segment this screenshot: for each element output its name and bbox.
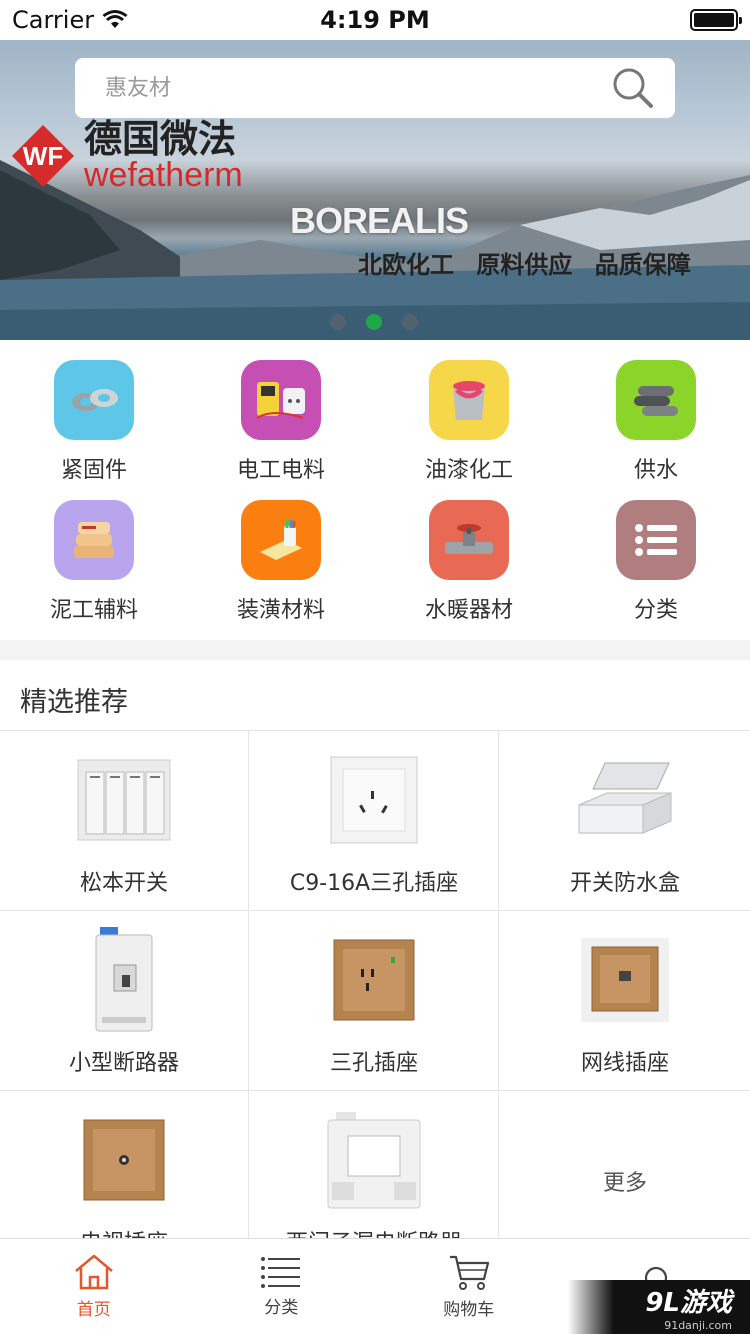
category-label: 电工电料 (236, 458, 325, 483)
pagination-dot-active[interactable] (366, 314, 382, 330)
category-plumbing[interactable]: 水暖器材 (394, 500, 544, 630)
search-input[interactable] (105, 75, 611, 101)
logo-text: WF (23, 141, 63, 171)
category-decoration[interactable]: 装潢材料 (206, 500, 356, 630)
banner-headline: BOREALIS (290, 200, 469, 241)
electrical-icon (241, 360, 321, 440)
watermark-brand: 9L游戏 (645, 1288, 732, 1318)
list-icon (616, 500, 696, 580)
product-name: 网线插座 (580, 1051, 669, 1076)
paint-bucket-icon (429, 360, 509, 440)
tab-category[interactable]: 分类 (188, 1239, 376, 1334)
category-masonry[interactable]: 泥工辅料 (19, 500, 169, 630)
carrier-label: Carrier (12, 6, 95, 34)
category-label: 水暖器材 (424, 598, 513, 623)
section-title: 精选推荐 (20, 687, 128, 718)
tab-home[interactable]: 首页 (0, 1239, 188, 1334)
product-name: 开关防水盒 (569, 871, 680, 896)
product-name: 小型断路器 (68, 1051, 179, 1076)
tab-label: 分类 (264, 1298, 299, 1318)
wifi-icon (102, 10, 128, 28)
category-label: 装潢材料 (236, 598, 325, 623)
product-card[interactable]: C9-16A三孔插座 (250, 731, 499, 911)
category-all[interactable]: 分类 (581, 500, 731, 630)
tab-cart[interactable]: 购物车 (375, 1239, 563, 1334)
fastener-icon (54, 360, 134, 440)
product-card[interactable]: 三孔插座 (250, 911, 499, 1091)
banner-slogan: 北欧化工 原料供应 品质保障 (358, 251, 691, 279)
category-paint[interactable]: 油漆化工 (394, 360, 544, 490)
category-water-supply[interactable]: 供水 (581, 360, 731, 490)
decoration-icon (241, 500, 321, 580)
pagination-dot[interactable] (402, 314, 418, 330)
pagination-dot[interactable] (330, 314, 346, 330)
brand-name-en: wefatherm (84, 156, 243, 194)
product-image (570, 745, 680, 855)
tab-label: 购物车 (443, 1300, 495, 1320)
product-card[interactable]: 开关防水盒 (500, 731, 750, 911)
home-icon (74, 1254, 113, 1290)
product-image (69, 1105, 179, 1215)
product-grid: 松本开关 C9-16A三孔插座 开关防水盒 小型断路器 三孔插座 网线插座 更多 (0, 730, 750, 1271)
pipe-icon (616, 360, 696, 440)
category-label: 分类 (633, 598, 678, 623)
product-name: C9-16A三孔插座 (289, 871, 459, 896)
category-fastener[interactable]: 紧固件 (19, 360, 169, 490)
product-card[interactable]: 松本开关 (0, 731, 249, 911)
brand-name-cn: 德国微法 (84, 117, 237, 161)
product-image (69, 745, 179, 855)
category-label: 供水 (633, 458, 678, 483)
product-card[interactable]: 网线插座 (500, 911, 750, 1091)
product-name: 三孔插座 (329, 1051, 418, 1076)
category-electrical[interactable]: 电工电料 (206, 360, 356, 490)
more-label: 更多 (602, 1170, 647, 1196)
product-image (319, 745, 429, 855)
search-icon[interactable] (611, 66, 655, 110)
tab-label: 首页 (76, 1300, 111, 1320)
product-image (570, 925, 680, 1035)
watermark-site: 91danji.com (664, 1319, 732, 1332)
battery-icon (690, 9, 742, 31)
cart-icon (449, 1255, 489, 1290)
product-name: 松本开关 (79, 871, 168, 896)
wf-logo-icon: WF (10, 123, 76, 189)
product-image (69, 925, 179, 1035)
product-card[interactable]: 小型断路器 (0, 911, 249, 1091)
product-image (319, 1105, 429, 1215)
cement-bag-icon (54, 500, 134, 580)
category-grid: 紧固件 电工电料 油漆化工 供水 泥工辅料 装潢材料 水暖器材 分类 (0, 340, 750, 640)
banner-pagination[interactable] (330, 314, 418, 330)
category-label: 紧固件 (60, 458, 127, 483)
list-icon (261, 1257, 301, 1288)
search-bar[interactable] (75, 58, 675, 118)
category-label: 泥工辅料 (49, 598, 138, 623)
category-label: 油漆化工 (424, 458, 513, 483)
product-image (319, 925, 429, 1035)
recommend-section: 精选推荐 松本开关 C9-16A三孔插座 开关防水盒 小型断路器 三孔插座 网线… (0, 660, 750, 1271)
valve-icon (429, 500, 509, 580)
site-watermark: 9L游戏 91danji.com (568, 1280, 750, 1334)
brand-logo: WF 德国微法 wefatherm (10, 120, 243, 192)
status-bar: Carrier 4:19 PM (0, 0, 750, 40)
